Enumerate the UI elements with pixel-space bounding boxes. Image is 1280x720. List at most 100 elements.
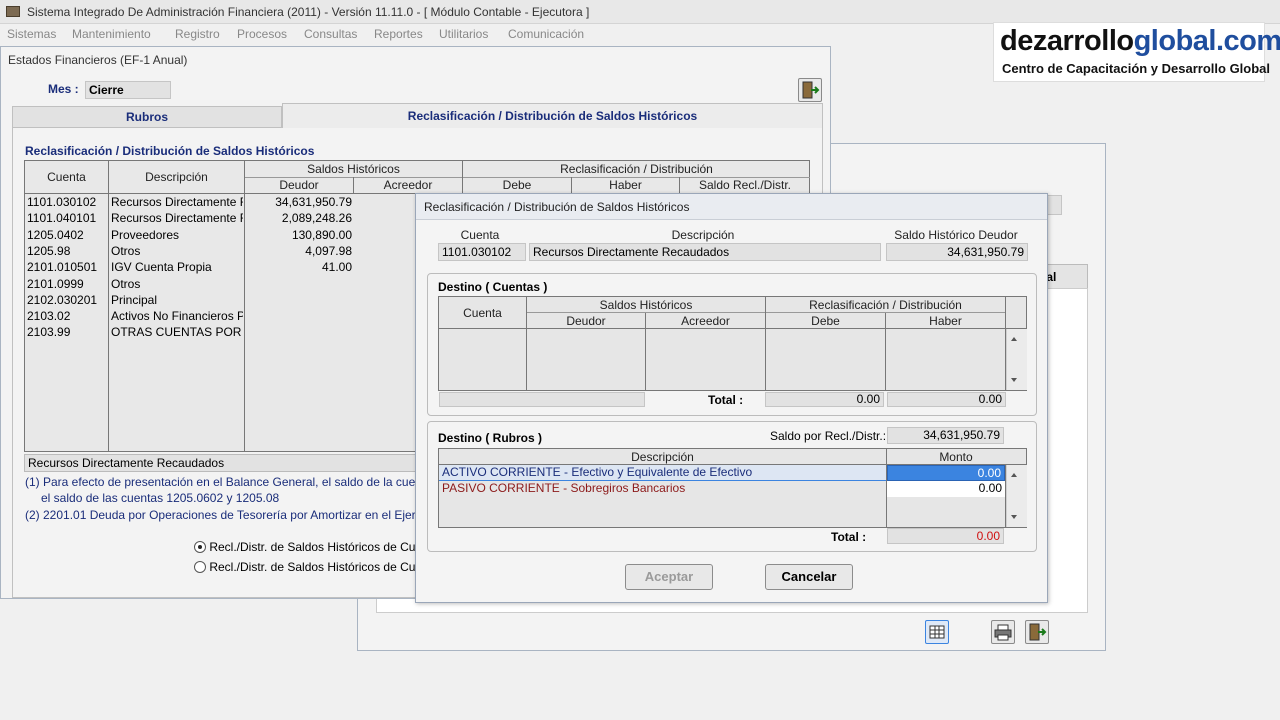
exit-door-icon [802, 81, 820, 99]
col-haber[interactable]: Haber [572, 178, 679, 192]
destino-cuentas-title: Destino ( Cuentas ) [438, 280, 548, 294]
col-group-saldos: Saldos Históricos [307, 162, 400, 176]
grid-cell-deudor[interactable]: 41.00 [247, 260, 352, 274]
logo-tagline: Centro de Capacitación y Desarrollo Glob… [1002, 61, 1271, 76]
menu-utilitarios[interactable]: Utilitarios [439, 27, 488, 41]
rubro-row-1[interactable]: ACTIVO CORRIENTE - Efectivo y Equivalent… [439, 465, 886, 481]
print-button[interactable] [991, 620, 1015, 644]
col-deudor[interactable]: Deudor [245, 178, 353, 192]
grid-cell-deudor[interactable]: 2,089,248.26 [247, 211, 352, 225]
rubro-row-1-monto-input[interactable]: 0.00 [887, 465, 1005, 481]
grid-cell-cuenta[interactable]: 1101.030102 [27, 195, 107, 209]
menu-comunicacion[interactable]: Comunicación [508, 27, 584, 41]
brand-logo: dezarrolloglobal.com Centro de Capacitac… [993, 22, 1280, 82]
dest-col-group-saldos: Saldos Históricos [599, 298, 693, 312]
dialog-descripcion-field: Recursos Directamente Recaudados [529, 243, 881, 261]
grid-cell-cuenta[interactable]: 2103.99 [27, 325, 107, 339]
app-icon [6, 6, 20, 17]
rubro-row-1-code: ACTIVO CORRIENTE [442, 465, 561, 479]
app-title: Sistema Integrado De Administración Fina… [27, 5, 590, 19]
grid-icon [929, 625, 945, 639]
dest-col-debe[interactable]: Debe [766, 314, 885, 328]
dialog-cuenta-field: 1101.030102 [438, 243, 526, 261]
background-dropdown[interactable] [1046, 195, 1062, 215]
tab-reclasificacion[interactable]: Reclasificación / Distribución de Saldos… [282, 103, 823, 128]
destino-rubros-title: Destino ( Rubros ) [438, 431, 542, 445]
exit-button[interactable] [798, 78, 822, 102]
grid-cell-descripcion[interactable]: OTRAS CUENTAS POR P [111, 325, 243, 339]
section-title: Reclasificación / Distribución de Saldos… [25, 144, 315, 158]
dest-col-cuenta[interactable]: Cuenta [439, 306, 526, 320]
grid-cell-cuenta[interactable]: 2103.02 [27, 309, 107, 323]
grid-cell-deudor[interactable]: 130,890.00 [247, 228, 352, 242]
exit-door-icon [1029, 623, 1047, 641]
grid-cell-descripcion[interactable]: IGV Cuenta Propia [111, 260, 243, 274]
destino-cuentas-footer-blank [439, 392, 645, 407]
rubro-row-2-monto-input[interactable]: 0.00 [887, 481, 1005, 497]
grid-cell-descripcion[interactable]: Recursos Directamente R [111, 211, 243, 225]
destino-cuentas-total-label: Total : [708, 393, 744, 407]
grid-cell-deudor[interactable]: 4,097.98 [247, 244, 352, 258]
rubro-row-2-code: PASIVO CORRIENTE [442, 481, 560, 495]
grid-cell-cuenta[interactable]: 1205.98 [27, 244, 107, 258]
dialog-saldo-label: Saldo Histórico Deudor [894, 228, 1018, 242]
dest-col-acreedor[interactable]: Acreedor [646, 314, 765, 328]
dialog-title-bar: Reclasificación / Distribución de Saldos… [416, 194, 1047, 220]
dialog-title: Reclasificación / Distribución de Saldos… [424, 200, 690, 214]
grid-cell-descripcion[interactable]: Proveedores [111, 228, 243, 242]
grid-view-button[interactable] [925, 620, 949, 644]
col-acreedor[interactable]: Acreedor [354, 178, 462, 192]
grid-cell-descripcion[interactable]: Principal [111, 293, 243, 307]
aceptar-button[interactable]: Aceptar [625, 564, 713, 590]
col-group-reclasificacion: Reclasificación / Distribución [560, 162, 713, 176]
cancelar-button[interactable]: Cancelar [765, 564, 853, 590]
dialog-saldo-field: 34,631,950.79 [886, 243, 1028, 261]
destino-cuentas-scrollbar[interactable] [1006, 329, 1027, 390]
dest-col-haber[interactable]: Haber [886, 314, 1005, 328]
destino-rubros-total-label: Total : [831, 530, 867, 544]
grid-cell-deudor[interactable]: 34,631,950.79 [247, 195, 352, 209]
rubro-row-2-desc: - Sobregiros Bancarios [559, 481, 686, 495]
rubro-row-2[interactable]: PASIVO CORRIENTE - Sobregiros Bancarios [439, 481, 886, 497]
ef1-window-title: Estados Financieros (EF-1 Anual) [8, 53, 188, 67]
menu-registro[interactable]: Registro [175, 27, 220, 41]
menu-mantenimiento[interactable]: Mantenimiento [72, 27, 151, 41]
note-1-cont: el saldo de las cuentas 1205.0602 y 1205… [41, 491, 280, 505]
grid-cell-cuenta[interactable]: 2101.0999 [27, 277, 107, 291]
col-saldo-recl[interactable]: Saldo Recl./Distr. [680, 178, 810, 192]
col-debe[interactable]: Debe [463, 178, 571, 192]
menu-procesos[interactable]: Procesos [237, 27, 287, 41]
menu-reportes[interactable]: Reportes [374, 27, 423, 41]
dest-col-group-recl: Reclasificación / Distribución [809, 298, 962, 312]
mes-field[interactable]: Cierre [85, 81, 171, 99]
dest-col-deudor[interactable]: Deudor [527, 314, 645, 328]
col-descripcion[interactable]: Descripción [109, 170, 244, 184]
menu-sistemas[interactable]: Sistemas [7, 27, 56, 41]
grid-cell-descripcion[interactable]: Otros [111, 277, 243, 291]
col-cuenta[interactable]: Cuenta [25, 170, 108, 184]
grid-cell-cuenta[interactable]: 1101.040101 [27, 211, 107, 225]
grid-cell-cuenta[interactable]: 2102.030201 [27, 293, 107, 307]
radio-option-1-label: Recl./Distr. de Saldos Históricos de Cue [209, 540, 423, 554]
app-title-bar: Sistema Integrado De Administración Fina… [0, 0, 1280, 24]
grid-cell-descripcion[interactable]: Activos No Financieros Po [111, 309, 243, 323]
destino-rubros-scrollbar[interactable] [1006, 465, 1027, 527]
logo-text-part2: global.com [1133, 25, 1280, 57]
exit-button-back[interactable] [1025, 620, 1049, 644]
grid-cell-cuenta[interactable]: 2101.010501 [27, 260, 107, 274]
grid-cell-descripcion[interactable]: Recursos Directamente R [111, 195, 243, 209]
destino-rubros-grid: Descripción Monto ACTIVO CORRIENTE - Efe… [438, 448, 1027, 528]
dialog-cuenta-label: Cuenta [460, 228, 500, 242]
rubros-col-monto[interactable]: Monto [887, 450, 1025, 464]
saldo-recl-label: Saldo por Recl./Distr.: [770, 429, 887, 443]
dialog-descripcion-label: Descripción [671, 228, 735, 242]
rubros-col-descripcion[interactable]: Descripción [439, 450, 886, 464]
selected-description: Recursos Directamente Recaudados [24, 454, 424, 472]
radio-option-2[interactable]: Recl./Distr. de Saldos Históricos de Cue [194, 560, 422, 574]
destino-rubros-panel: Destino ( Rubros ) Saldo por Recl./Distr… [427, 421, 1037, 552]
menu-consultas[interactable]: Consultas [304, 27, 357, 41]
radio-option-1[interactable]: Recl./Distr. de Saldos Históricos de Cue [194, 540, 422, 554]
tab-rubros[interactable]: Rubros [12, 106, 282, 128]
grid-cell-cuenta[interactable]: 1205.0402 [27, 228, 107, 242]
grid-cell-descripcion[interactable]: Otros [111, 244, 243, 258]
